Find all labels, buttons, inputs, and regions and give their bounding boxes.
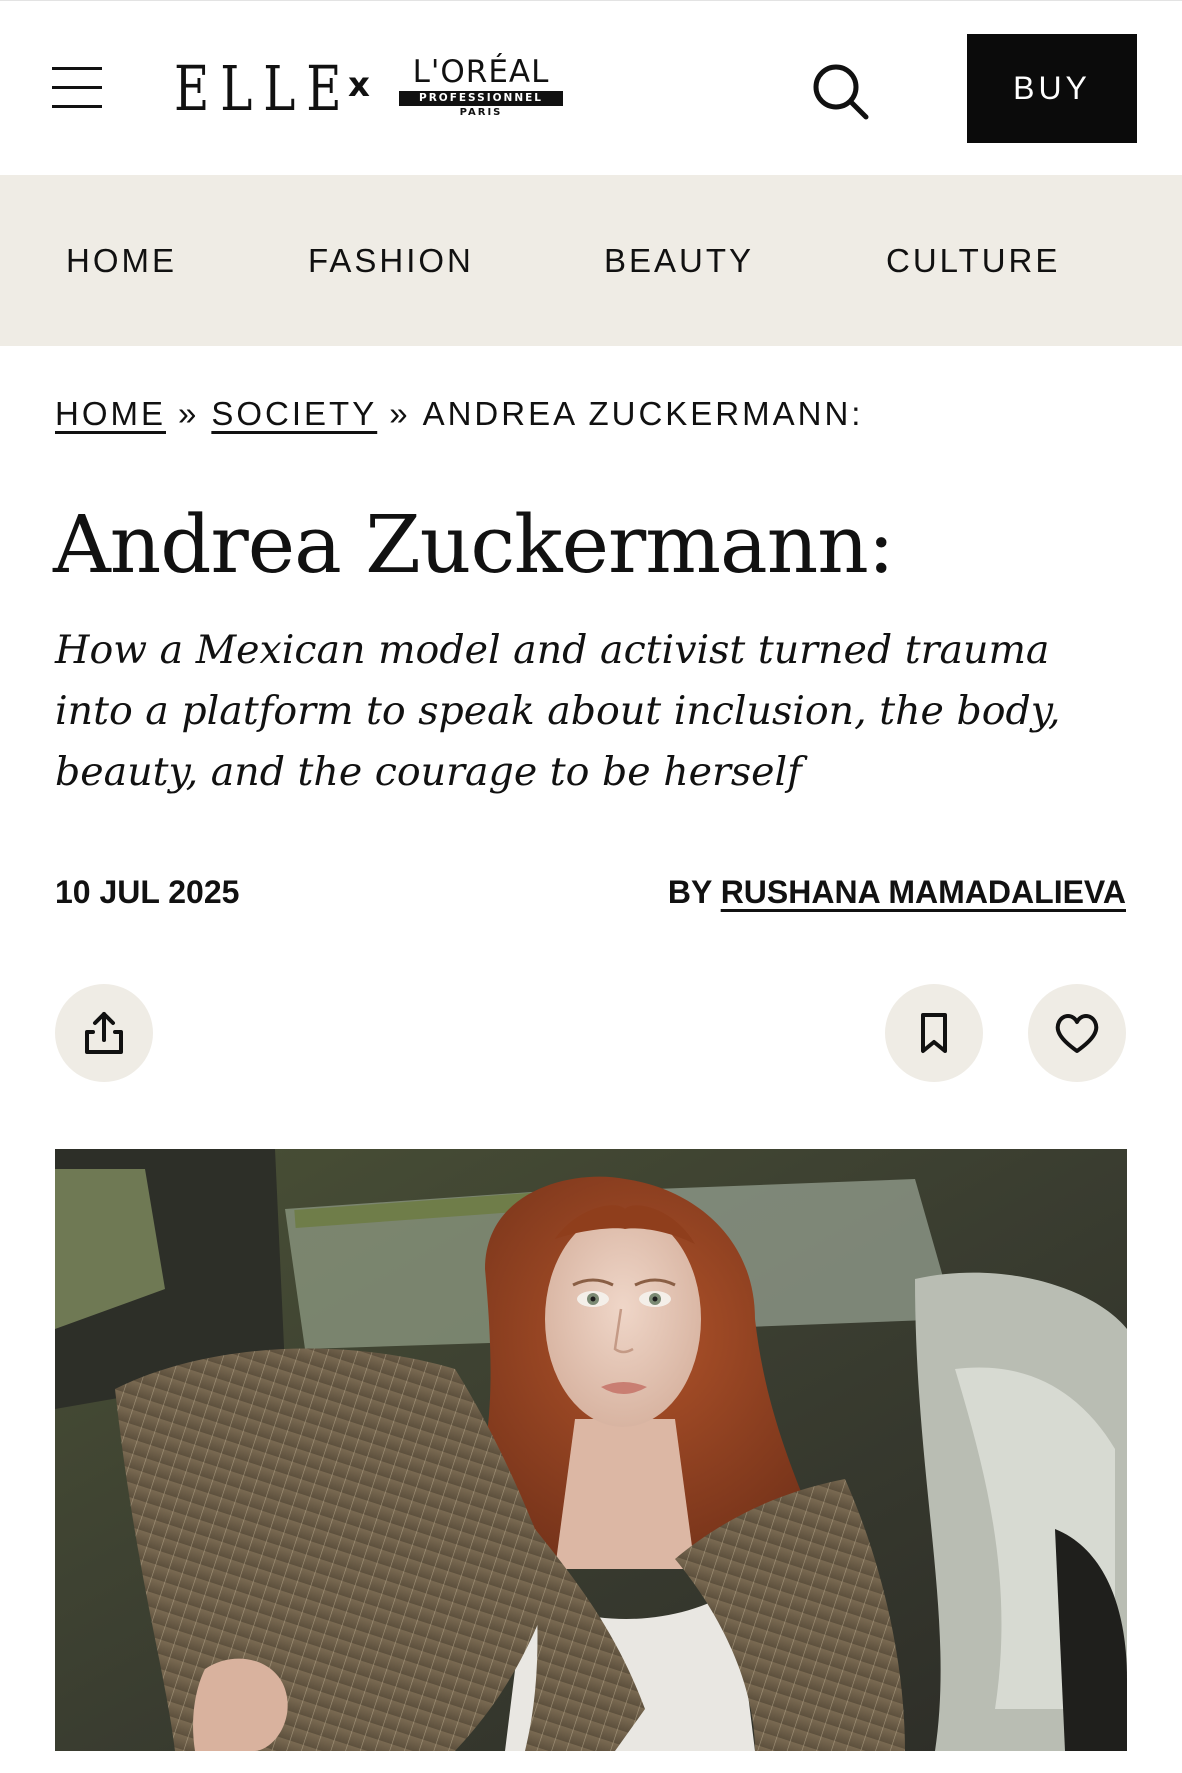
nav-item-beauty[interactable]: BEAUTY — [604, 175, 754, 346]
article-byline: BY RUSHANA MAMADALIEVA — [668, 870, 1126, 914]
loreal-professionnel-bar: PROFESSIONNEL — [399, 91, 563, 106]
author-link[interactable]: RUSHANA MAMADALIEVA — [721, 874, 1126, 910]
brand-separator: x — [348, 65, 370, 105]
loreal-wordmark: L'ORÉAL — [412, 54, 550, 90]
bookmark-icon — [921, 1013, 947, 1053]
hero-image — [55, 1149, 1127, 1751]
elle-logo[interactable]: ELLE — [174, 49, 353, 129]
buy-button[interactable]: BUY — [967, 34, 1137, 143]
loreal-professionnel-logo: L'ORÉAL PROFESSIONNEL PARIS — [398, 55, 564, 125]
nav-item-fashion[interactable]: FASHION — [308, 175, 474, 346]
nav-item-home[interactable]: HOME — [66, 175, 177, 346]
share-button[interactable] — [55, 984, 153, 1082]
hamburger-menu-icon[interactable] — [52, 67, 102, 109]
heart-icon — [1055, 1014, 1099, 1053]
breadcrumb-separator: » — [178, 395, 200, 432]
breadcrumb: HOME » SOCIETY » ANDREA ZUCKERMANN: — [55, 390, 863, 438]
article-subtitle: How a Mexican model and activist turned … — [55, 627, 1061, 795]
breadcrumb-society-link[interactable]: SOCIETY — [211, 395, 377, 432]
main-nav: HOME FASHION BEAUTY CULTURE — [0, 175, 1182, 346]
nav-item-culture[interactable]: CULTURE — [886, 175, 1060, 346]
search-icon[interactable] — [808, 59, 872, 123]
like-button[interactable] — [1028, 984, 1126, 1082]
article-title: Andrea Zuckermann: — [53, 498, 895, 591]
loreal-paris-text: PARIS — [459, 107, 503, 118]
article-date: 10 JUL 2025 — [55, 874, 240, 910]
breadcrumb-current: ANDREA ZUCKERMANN: — [422, 395, 864, 432]
breadcrumb-separator: » — [389, 395, 411, 432]
byline-prefix: BY — [667, 874, 712, 910]
site-header: ELLE x L'ORÉAL PROFESSIONNEL PARIS BUY — [0, 0, 1182, 175]
breadcrumb-home-link[interactable]: HOME — [55, 395, 166, 432]
bookmark-button[interactable] — [885, 984, 983, 1082]
share-icon — [85, 1012, 123, 1054]
